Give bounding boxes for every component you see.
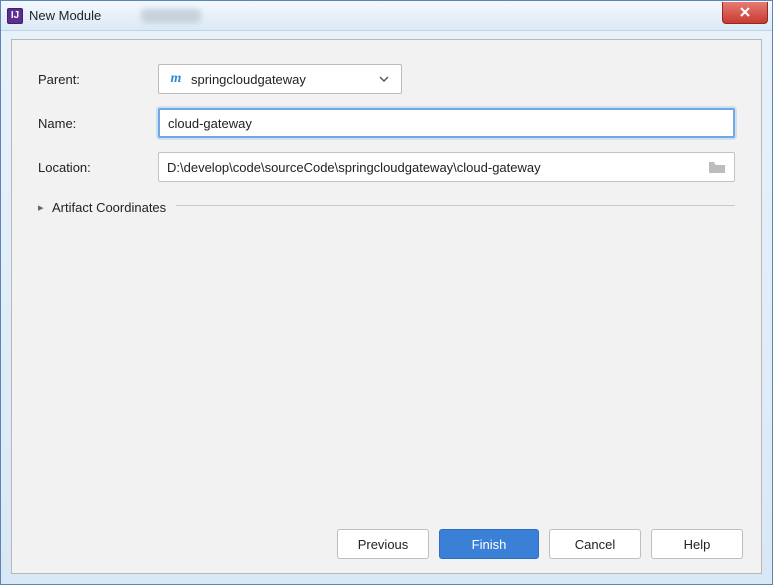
blurred-text [141, 9, 201, 23]
artifact-coordinates-section: ▸ Artifact Coordinates [38, 196, 735, 215]
name-label: Name: [38, 116, 158, 131]
dialog-window: IJ New Module Parent: m springcloudgatew… [0, 0, 773, 585]
close-icon [739, 6, 751, 18]
window-title: New Module [29, 8, 101, 23]
location-value: D:\develop\code\sourceCode\springcloudga… [167, 160, 706, 175]
app-icon: IJ [7, 8, 23, 24]
location-row: Location: D:\develop\code\sourceCode\spr… [38, 152, 735, 182]
parent-value: springcloudgateway [191, 72, 375, 87]
artifact-coordinates-expander[interactable]: ▸ Artifact Coordinates [38, 200, 166, 215]
help-button[interactable]: Help [651, 529, 743, 559]
button-bar: Previous Finish Cancel Help [12, 515, 761, 573]
artifact-coordinates-label: Artifact Coordinates [52, 200, 166, 215]
maven-icon: m [167, 71, 185, 87]
parent-label: Parent: [38, 72, 158, 87]
separator-line [176, 205, 735, 206]
parent-dropdown[interactable]: m springcloudgateway [158, 64, 402, 94]
client-area: Parent: m springcloudgateway Name: [11, 39, 762, 574]
cancel-button[interactable]: Cancel [549, 529, 641, 559]
chevron-down-icon [375, 76, 393, 82]
name-row: Name: [38, 108, 735, 138]
parent-row: Parent: m springcloudgateway [38, 64, 735, 94]
name-input[interactable] [158, 108, 735, 138]
previous-button[interactable]: Previous [337, 529, 429, 559]
location-field[interactable]: D:\develop\code\sourceCode\springcloudga… [158, 152, 735, 182]
close-button[interactable] [722, 2, 768, 24]
finish-button[interactable]: Finish [439, 529, 539, 559]
triangle-right-icon: ▸ [38, 201, 52, 214]
title-bar: IJ New Module [1, 1, 772, 31]
folder-icon[interactable] [706, 160, 728, 174]
location-label: Location: [38, 160, 158, 175]
form-area: Parent: m springcloudgateway Name: [12, 40, 761, 215]
